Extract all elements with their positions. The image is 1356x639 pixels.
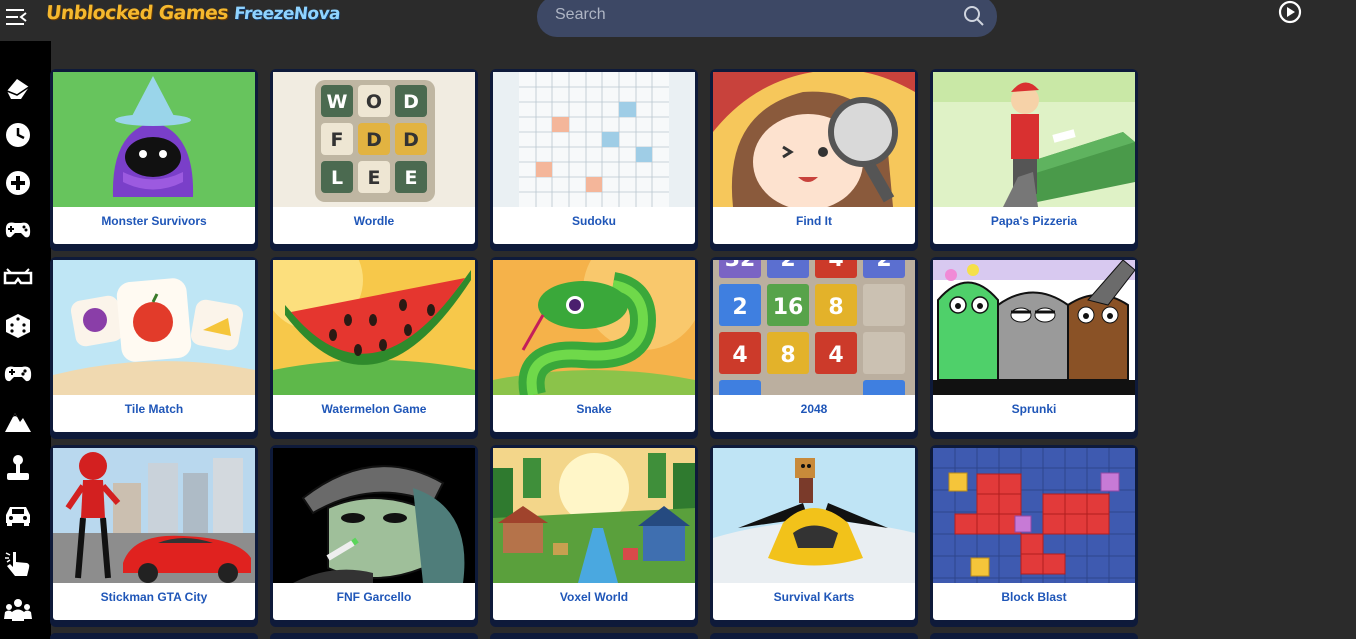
- tile-2048: 2: [780, 260, 795, 272]
- game-thumbnail: [493, 260, 695, 395]
- joystick-icon[interactable]: [3, 453, 33, 483]
- game-thumbnail: [713, 72, 915, 207]
- tile-2048: 2: [732, 295, 747, 320]
- tile-2048: 8: [828, 295, 843, 320]
- wordle-tile: O: [366, 91, 382, 113]
- game-thumbnail: [273, 448, 475, 583]
- game-title: Find It: [713, 207, 915, 244]
- eraser-icon[interactable]: [3, 73, 33, 103]
- game-card-find-it[interactable]: Find It: [710, 69, 918, 251]
- play-circle-icon[interactable]: [1278, 0, 1302, 24]
- wordle-tile: D: [403, 91, 419, 113]
- game-card-block-blast[interactable]: Block Blast: [930, 445, 1138, 627]
- game-card-sudoku[interactable]: Sudoku: [490, 69, 698, 251]
- 3d-glasses-icon[interactable]: [3, 263, 33, 293]
- game-thumbnail: [53, 448, 255, 583]
- search-input[interactable]: [555, 2, 935, 28]
- tile-2048: 4: [732, 343, 747, 368]
- game-title: Tile Match: [53, 395, 255, 432]
- game-card-fnf-garcello[interactable]: FNF Garcello: [270, 445, 478, 627]
- game-card-partial[interactable]: [930, 633, 1138, 639]
- wordle-tile: E: [368, 167, 381, 189]
- game-title: Papa's Pizzeria: [933, 207, 1135, 244]
- wordle-tile: D: [403, 129, 419, 151]
- mountain-icon[interactable]: [3, 405, 33, 435]
- game-card-partial[interactable]: [50, 633, 258, 639]
- category-sidebar: [0, 41, 51, 639]
- game-title: Wordle: [273, 207, 475, 244]
- game-card-snake[interactable]: Snake: [490, 257, 698, 439]
- game-card-2048[interactable]: 32 2 4 2 2 16 8 4 8 4 2048: [710, 257, 918, 439]
- tile-2048: 16: [773, 295, 804, 320]
- game-title: Stickman GTA City: [53, 583, 255, 620]
- game-title: Block Blast: [933, 583, 1135, 620]
- game-title: Watermelon Game: [273, 395, 475, 432]
- game-thumbnail: W O D F D D L E E: [273, 72, 475, 207]
- tile-2048: 32: [725, 260, 756, 272]
- site-logo[interactable]: Unblocked Games FreezeNova: [44, 2, 341, 30]
- logo-text-secondary: FreezeNova: [232, 4, 341, 24]
- game-thumbnail: [713, 448, 915, 583]
- wordle-tile: W: [327, 91, 348, 113]
- game-title: Survival Karts: [713, 583, 915, 620]
- page-scrollbar[interactable]: [1352, 0, 1356, 639]
- game-thumbnail: 32 2 4 2 2 16 8 4 8 4: [713, 260, 915, 395]
- game-title: Sudoku: [493, 207, 695, 244]
- game-card-stickman-gta-city[interactable]: Stickman GTA City: [50, 445, 258, 627]
- game-title: Sprunki: [933, 395, 1135, 432]
- pointer-hand-icon[interactable]: [3, 548, 33, 578]
- game-title: Snake: [493, 395, 695, 432]
- game-thumbnail: [53, 72, 255, 207]
- game-thumbnail: [933, 72, 1135, 207]
- game-title: Monster Survivors: [53, 207, 255, 244]
- clock-icon[interactable]: [3, 120, 33, 150]
- car-icon[interactable]: [3, 500, 33, 530]
- search-bar: [537, 0, 997, 37]
- gamepad-icon[interactable]: [3, 215, 33, 245]
- game-title: FNF Garcello: [273, 583, 475, 620]
- game-card-partial[interactable]: [490, 633, 698, 639]
- game-title: 2048: [713, 395, 915, 432]
- tile-2048: 4: [828, 343, 843, 368]
- tile-2048: 4: [828, 260, 843, 272]
- game-thumbnail: [493, 72, 695, 207]
- top-bar: Unblocked Games FreezeNova: [0, 0, 1356, 40]
- game-card-voxel-world[interactable]: Voxel World: [490, 445, 698, 627]
- tile-2048: 2: [876, 260, 891, 272]
- wordle-tile: E: [405, 167, 418, 189]
- game-thumbnail: [933, 260, 1135, 395]
- game-card-partial[interactable]: [710, 633, 918, 639]
- game-thumbnail: [493, 448, 695, 583]
- game-thumbnail: [933, 448, 1135, 583]
- wordle-tile: D: [366, 129, 382, 151]
- dice-icon[interactable]: [3, 310, 33, 340]
- game-card-watermelon-game[interactable]: Watermelon Game: [270, 257, 478, 439]
- game-card-survival-karts[interactable]: Survival Karts: [710, 445, 918, 627]
- game-card-papas-pizzeria[interactable]: Papa's Pizzeria: [930, 69, 1138, 251]
- search-icon[interactable]: [963, 5, 985, 27]
- plus-icon[interactable]: [3, 168, 33, 198]
- game-card-partial[interactable]: [270, 633, 478, 639]
- game-title: Voxel World: [493, 583, 695, 620]
- menu-toggle-icon[interactable]: [4, 6, 28, 28]
- game-card-wordle[interactable]: W O D F D D L E E Wordle: [270, 69, 478, 251]
- game-card-monster-survivors[interactable]: Monster Survivors: [50, 69, 258, 251]
- wordle-tile: L: [331, 167, 343, 189]
- wordle-tile: F: [331, 129, 344, 151]
- game-thumbnail: [53, 260, 255, 395]
- game-card-tile-match[interactable]: Tile Match: [50, 257, 258, 439]
- controller-icon[interactable]: [3, 358, 33, 388]
- game-thumbnail: [273, 260, 475, 395]
- game-card-sprunki[interactable]: Sprunki: [930, 257, 1138, 439]
- people-icon[interactable]: [3, 595, 33, 625]
- tile-2048: 8: [780, 343, 795, 368]
- logo-text-primary: Unblocked Games: [44, 2, 230, 24]
